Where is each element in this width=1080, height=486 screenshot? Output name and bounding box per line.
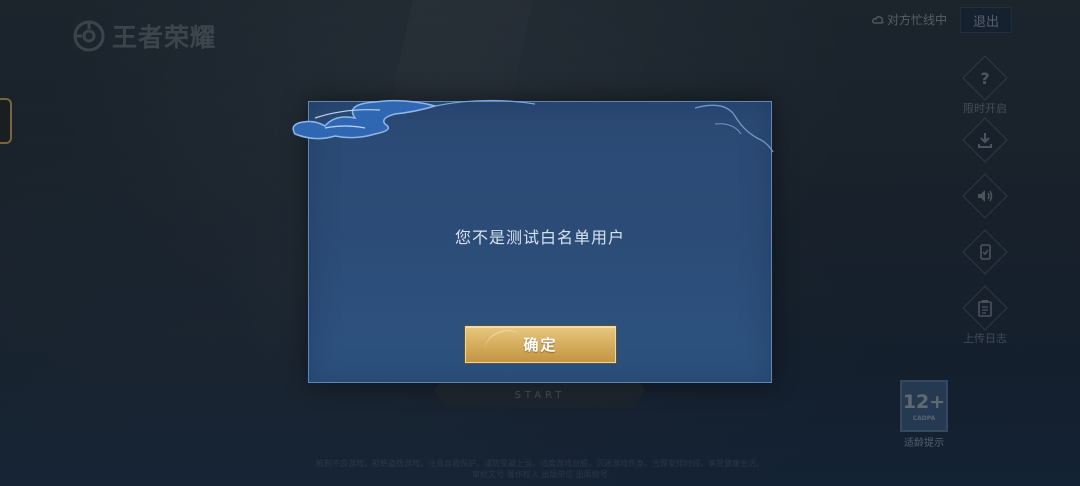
confirm-button[interactable]: 确定	[465, 326, 616, 363]
cloud-ornament-icon	[292, 99, 774, 153]
dialog-message: 您不是测试白名单用户	[454, 228, 625, 247]
alert-dialog: 您不是测试白名单用户 确定	[292, 99, 774, 383]
game-launch-screen: START 抵制不良游戏，拒绝盗版游戏。注意自我保护，谨防受骗上当。适度游戏益脑…	[0, 0, 1080, 486]
confirm-button-label: 确定	[523, 336, 558, 354]
button-shine	[480, 327, 528, 362]
